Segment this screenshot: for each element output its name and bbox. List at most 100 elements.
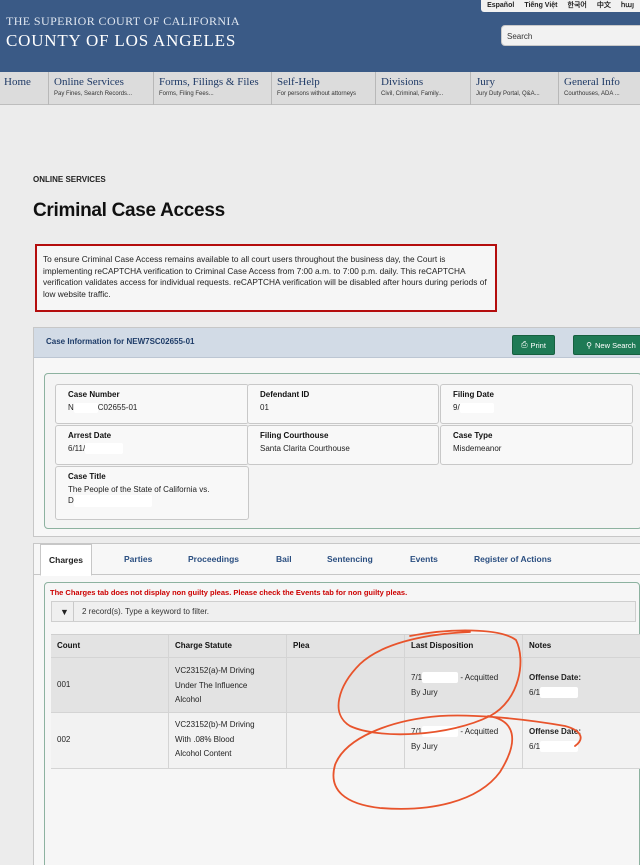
nav-jury-sub: Jury Duty Portal, Q&A...	[476, 91, 540, 97]
case-number-label: Case Number	[68, 390, 120, 399]
count-cell: 001	[51, 658, 169, 712]
filing-courthouse-field: Filing Courthouse Santa Clarita Courthou…	[247, 425, 439, 465]
nav-home-title: Home	[4, 76, 31, 88]
column-header-notes[interactable]: Notes	[523, 635, 640, 657]
language-link-korean[interactable]: 한국어	[568, 0, 587, 12]
case-title-field: Case Title The People of the State of Ca…	[55, 466, 249, 520]
tab-parties[interactable]: Parties	[124, 554, 152, 564]
nav-online-services[interactable]: Online Services Pay Fines, Search Record…	[50, 72, 154, 105]
county-name[interactable]: COUNTY OF LOS ANGELES	[6, 31, 236, 51]
column-header-charge-statute[interactable]: Charge Statute	[169, 635, 287, 657]
case-information-panel: Case Information for NEW7SC02655-01 ⎙ Pr…	[33, 327, 640, 537]
filter-bar[interactable]: ▼ 2 record(s). Type a keyword to filter.	[51, 601, 636, 622]
redaction	[540, 686, 579, 698]
column-header-plea[interactable]: Plea	[287, 635, 405, 657]
nav-self-help[interactable]: Self-Help For persons without attorneys	[273, 72, 376, 105]
charge-statute-cell: VC23152(a)-M Driving Under The Influence…	[169, 658, 287, 712]
case-title-value: The People of the State of California vs…	[68, 485, 210, 507]
case-details-box: Case Number N C02655-01 Defendant ID 01 F…	[44, 373, 640, 529]
column-header-count[interactable]: Count	[51, 635, 169, 657]
arrest-date-field: Arrest Date 6/11/	[55, 425, 249, 465]
defendant-id-value: 01	[260, 403, 269, 412]
table-row: 001 VC23152(a)-M Driving Under The Influ…	[51, 658, 640, 713]
tab-register-of-actions[interactable]: Register of Actions	[474, 554, 552, 564]
language-bar: Español Tiếng Việt 한국어 中文 հայ	[481, 0, 640, 12]
tab-proceedings[interactable]: Proceedings	[188, 554, 239, 564]
tab-bail[interactable]: Bail	[276, 554, 292, 564]
site-header: Español Tiếng Việt 한국어 中文 հայ THE SUPERI…	[0, 0, 640, 72]
notes-cell: Offense Date: 6/1	[529, 673, 582, 698]
arrest-date-value: 6/11/	[68, 443, 248, 455]
case-type-value: Misdemeanor	[453, 444, 502, 453]
table-row: 002 VC23152(b)-M Driving With .08% Blood…	[51, 713, 640, 769]
defendant-id-label: Defendant ID	[260, 390, 310, 399]
case-type-field: Case Type Misdemeanor	[440, 425, 633, 465]
redaction	[540, 740, 579, 752]
language-link-spanish[interactable]: Español	[487, 0, 514, 12]
plea-cell	[287, 713, 405, 768]
charges-table-header: Count Charge Statute Plea Last Dispositi…	[51, 634, 640, 658]
print-icon: ⎙	[521, 340, 528, 349]
language-link-armenian[interactable]: հայ	[621, 0, 634, 12]
nav-forms-filings[interactable]: Forms, Filings & Files Forms, Filing Fee…	[155, 72, 272, 105]
recaptcha-notice: To ensure Criminal Case Access remains a…	[35, 244, 497, 312]
section-label: ONLINE SERVICES	[33, 175, 106, 184]
count-cell: 002	[51, 713, 169, 768]
column-header-last-disposition[interactable]: Last Disposition	[405, 635, 523, 657]
redaction	[422, 672, 459, 684]
nav-jury[interactable]: Jury Jury Duty Portal, Q&A...	[472, 72, 559, 105]
case-tabs-panel: Charges Parties Proceedings Bail Sentenc…	[33, 543, 640, 865]
redaction	[85, 443, 124, 455]
search-icon: ⚲	[586, 340, 592, 350]
court-name[interactable]: THE SUPERIOR COURT OF CALIFORNIA	[6, 14, 240, 29]
case-number-value: N C02655-01	[68, 402, 138, 413]
filing-date-label: Filing Date	[453, 390, 494, 399]
nav-home[interactable]: Home	[0, 72, 49, 105]
case-panel-header: Case Information for NEW7SC02655-01 ⎙ Pr…	[34, 328, 640, 358]
nav-self-help-title: Self-Help	[277, 76, 320, 88]
language-link-chinese[interactable]: 中文	[597, 0, 611, 12]
nav-divisions[interactable]: Divisions Civil, Criminal, Family...	[377, 72, 471, 105]
nav-divisions-title: Divisions	[381, 76, 424, 88]
new-search-button-label: New Search	[595, 340, 636, 350]
language-link-vietnamese[interactable]: Tiếng Việt	[524, 0, 557, 12]
tab-sentencing[interactable]: Sentencing	[327, 554, 373, 564]
tab-events[interactable]: Events	[410, 554, 438, 564]
redaction	[459, 402, 494, 413]
new-search-button[interactable]: ⚲ New Search	[573, 335, 640, 355]
filing-date-field: Filing Date 9/	[440, 384, 633, 424]
site-search-input[interactable]	[502, 27, 640, 46]
nav-general-info-title: General Info	[564, 76, 620, 88]
tab-charges[interactable]: Charges	[40, 544, 93, 576]
case-header-title: Case Information for NEW7SC02655-01	[46, 337, 195, 346]
redaction	[73, 402, 98, 413]
tab-bar: Charges Parties Proceedings Bail Sentenc…	[34, 544, 640, 576]
nav-online-services-title: Online Services	[54, 76, 124, 88]
filter-icon[interactable]: ▼	[56, 602, 74, 621]
filing-date-value: 9/	[453, 402, 632, 413]
main-nav: Home Online Services Pay Fines, Search R…	[0, 72, 640, 105]
nav-forms-filings-title: Forms, Filings & Files	[159, 76, 259, 88]
nav-general-info-sub: Courthouses, ADA ...	[564, 91, 620, 97]
case-title-label: Case Title	[68, 472, 106, 481]
page-title: Criminal Case Access	[33, 200, 225, 221]
print-button-label: Print	[530, 340, 546, 350]
case-number-field: Case Number N C02655-01	[55, 384, 249, 424]
last-disposition-cell: 7/1 - Acquitted By Jury	[405, 713, 523, 768]
charge-statute-cell: VC23152(b)-M Driving With .08% Blood Alc…	[169, 713, 287, 768]
nav-general-info[interactable]: General Info Courthouses, ADA ...	[560, 72, 640, 105]
site-search-box[interactable]	[501, 25, 640, 46]
filter-input[interactable]: 2 record(s). Type a keyword to filter.	[82, 607, 209, 616]
charges-tab-content: The Charges tab does not display non gui…	[44, 582, 640, 865]
filing-courthouse-value: Santa Clarita Courthouse	[260, 444, 350, 453]
nav-jury-title: Jury	[476, 76, 495, 88]
filing-courthouse-label: Filing Courthouse	[260, 431, 329, 440]
defendant-id-field: Defendant ID 01	[247, 384, 439, 424]
case-type-label: Case Type	[453, 431, 493, 440]
charges-warning: The Charges tab does not display non gui…	[50, 588, 408, 597]
notes-cell: Offense Date: 6/1	[529, 727, 582, 752]
nav-self-help-sub: For persons without attorneys	[277, 91, 357, 97]
print-button[interactable]: ⎙ Print	[512, 335, 555, 355]
redaction	[73, 495, 152, 507]
nav-online-services-sub: Pay Fines, Search Records...	[54, 91, 133, 97]
